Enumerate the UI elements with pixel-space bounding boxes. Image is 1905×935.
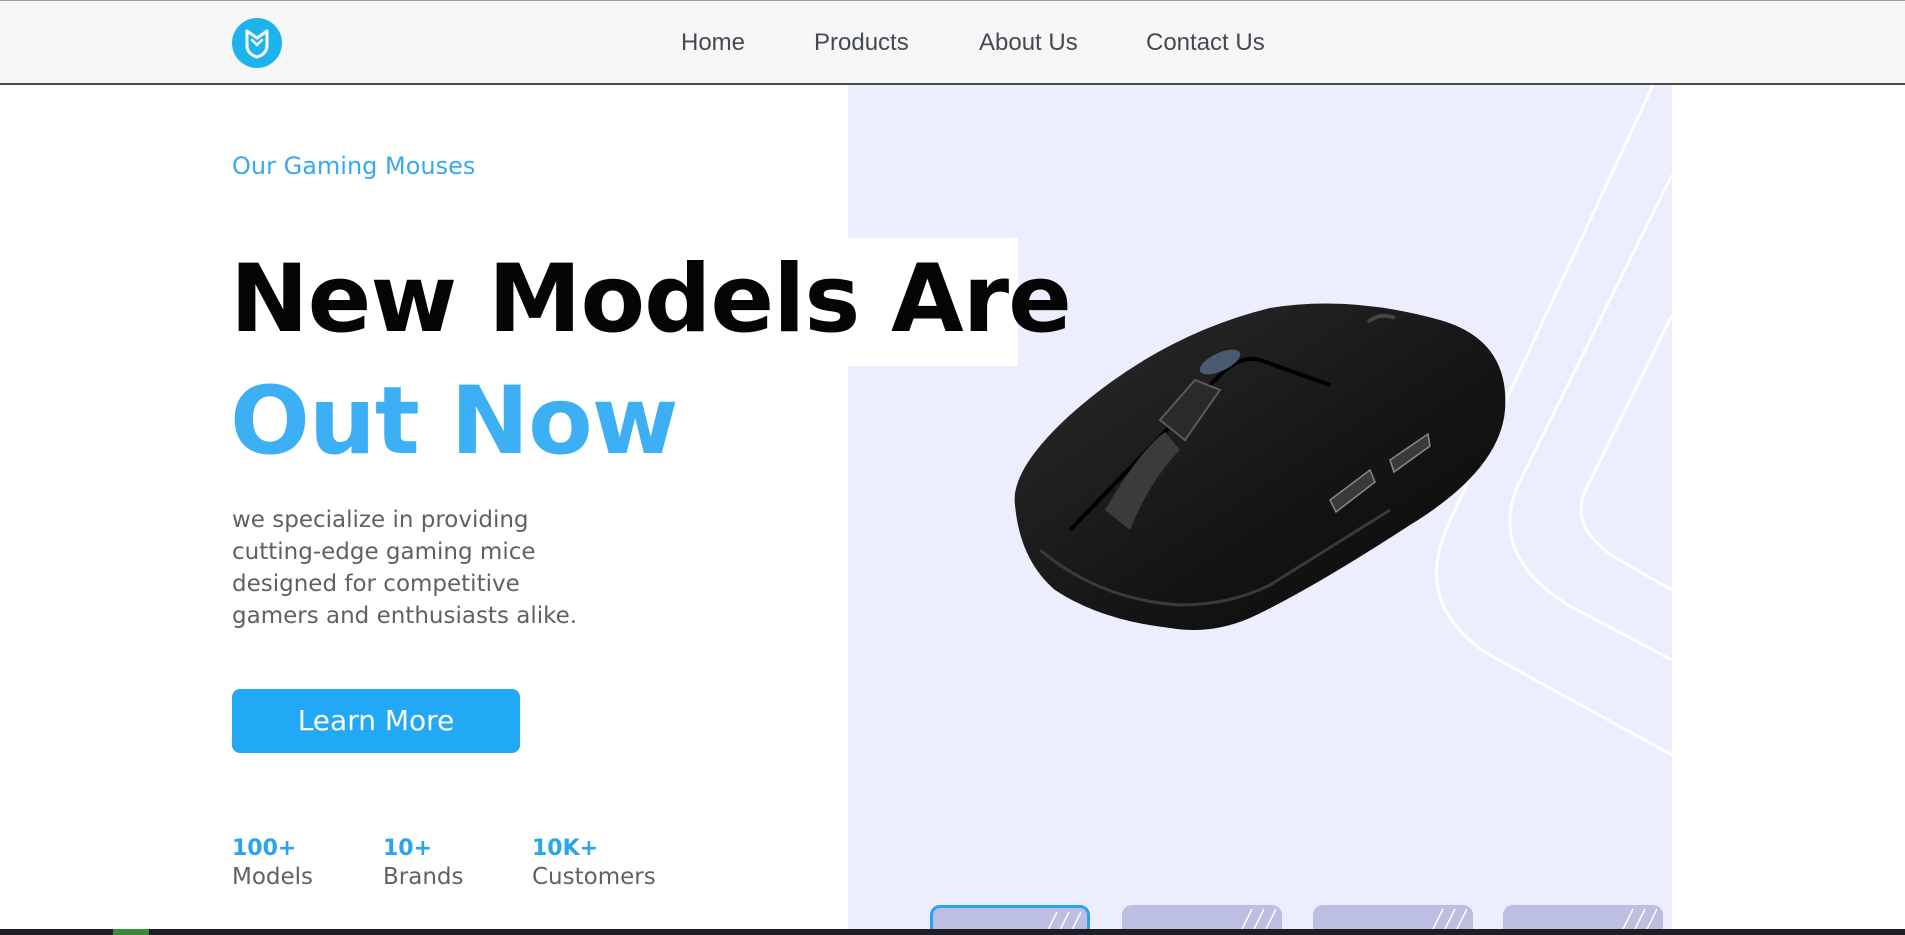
nav-about-link[interactable]: About Us: [979, 29, 1078, 57]
taskbar-item[interactable]: [113, 929, 149, 935]
navbar: Home Products About Us Contact Us: [0, 0, 1905, 85]
hero-headline-highlight: Out Now: [230, 367, 679, 476]
stat-value: 10K+: [532, 836, 599, 861]
nav-products-link[interactable]: Products: [814, 29, 909, 57]
hero-description: we specialize in providing cutting-edge …: [232, 507, 578, 629]
stat-label: Customers: [532, 864, 656, 890]
stat-label: Models: [232, 864, 314, 890]
stat-label: Brands: [383, 864, 464, 890]
taskbar-strip: [0, 929, 1905, 935]
hero-eyebrow: Our Gaming Mouses: [232, 152, 476, 180]
stat-value: 100+: [232, 836, 297, 861]
hero-headline: New Models Are: [230, 245, 1072, 354]
nav-contact-link[interactable]: Contact Us: [1146, 29, 1265, 57]
main-nav: Home Products About Us Contact Us: [0, 1, 1905, 84]
stat-brands: 10+ Brands: [383, 835, 464, 891]
stat-value: 10+: [383, 836, 433, 861]
learn-more-button[interactable]: Learn More: [232, 689, 520, 753]
stat-customers: 10K+ Customers: [532, 835, 656, 891]
stat-models: 100+ Models: [232, 835, 313, 891]
nav-home-link[interactable]: Home: [681, 29, 745, 57]
black-gaming-mouse-image: [1014, 303, 1506, 631]
